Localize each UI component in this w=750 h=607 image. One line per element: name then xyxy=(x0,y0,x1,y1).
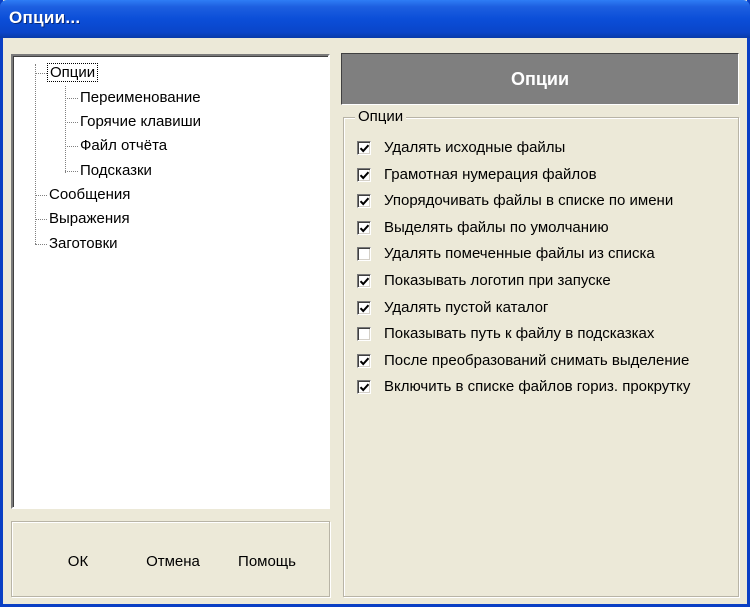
tree-connector xyxy=(35,219,47,220)
option-label: Удалять пустой каталог xyxy=(384,299,549,316)
section-header-title: Опции xyxy=(510,69,570,89)
option-label: Удалять исходные файлы xyxy=(384,139,566,156)
tree-item-options[interactable]: Опции xyxy=(47,62,99,84)
option-checkbox[interactable] xyxy=(357,221,371,235)
dialog-buttons-panel: ОК Отмена Помощь xyxy=(11,521,330,597)
settings-tree[interactable]: Опции Переименование Горячие клавиши Фай… xyxy=(11,54,330,509)
groupbox-title: Опции xyxy=(355,108,407,126)
help-button[interactable]: Помощь xyxy=(228,550,306,574)
tree-item-label: Подсказки xyxy=(80,162,152,179)
option-label: Показывать путь к файлу в подсказках xyxy=(384,325,655,342)
option-checkbox[interactable] xyxy=(357,247,371,261)
option-label: Упорядочивать файлы в списке по имени xyxy=(384,192,674,209)
ok-button[interactable]: ОК xyxy=(50,550,106,574)
section-header: Опции xyxy=(341,53,739,105)
option-checkbox[interactable] xyxy=(357,168,371,182)
tree-item-label: Файл отчёта xyxy=(80,137,168,154)
tree-connector xyxy=(35,195,47,196)
option-checkbox[interactable] xyxy=(357,354,371,368)
tree-item-rename[interactable]: Переименование xyxy=(78,87,203,109)
checkmark-icon xyxy=(359,383,370,392)
tree-connector xyxy=(65,146,78,147)
checkmark-icon xyxy=(359,144,370,153)
checkmark-icon xyxy=(359,197,370,206)
window-title: Опции... xyxy=(9,8,81,27)
option-label: Выделять файлы по умолчанию xyxy=(384,219,609,236)
tree-connector xyxy=(35,64,36,244)
tree-connector xyxy=(65,98,78,99)
option-checkbox[interactable] xyxy=(357,274,371,288)
checkmark-icon xyxy=(359,224,370,233)
option-label: Грамотная нумерация файлов xyxy=(384,166,597,183)
option-checkbox[interactable] xyxy=(357,301,371,315)
title-bar[interactable]: Опции... xyxy=(0,0,750,38)
tree-item-messages[interactable]: Сообщения xyxy=(47,184,132,206)
option-checkbox[interactable] xyxy=(357,194,371,208)
checkmark-icon xyxy=(359,277,370,286)
option-label: После преобразований снимать выделение xyxy=(384,352,690,369)
tree-item-label: Горячие клавиши xyxy=(80,113,202,130)
tree-connector xyxy=(35,244,47,245)
cancel-button[interactable]: Отмена xyxy=(136,550,210,574)
option-label: Включить в списке файлов гориз. прокрутк… xyxy=(384,378,691,395)
option-checkbox[interactable] xyxy=(357,380,371,394)
tree-connector xyxy=(65,171,78,172)
tree-item-label: Выражения xyxy=(49,210,130,227)
checkmark-icon xyxy=(359,171,370,180)
option-checkbox[interactable] xyxy=(357,141,371,155)
checkmark-icon xyxy=(359,304,370,313)
tree-item-tooltips[interactable]: Подсказки xyxy=(78,160,154,182)
tree-item-report-file[interactable]: Файл отчёта xyxy=(78,135,169,157)
tree-item-label: Сообщения xyxy=(49,186,131,203)
tree-connector xyxy=(35,73,47,74)
checkmark-icon xyxy=(359,357,370,366)
tree-item-hotkeys[interactable]: Горячие клавиши xyxy=(78,111,203,133)
tree-item-label: Заготовки xyxy=(49,235,118,252)
option-checkbox[interactable] xyxy=(357,327,371,341)
tree-connector xyxy=(65,122,78,123)
option-label: Показывать логотип при запуске xyxy=(384,272,611,289)
tree-connector xyxy=(65,86,66,173)
tree-item-label: Опции xyxy=(47,63,99,82)
tree-item-expressions[interactable]: Выражения xyxy=(47,208,132,230)
option-label: Удалять помеченные файлы из списка xyxy=(384,245,655,262)
tree-item-templates[interactable]: Заготовки xyxy=(47,233,120,255)
tree-item-label: Переименование xyxy=(80,89,201,106)
